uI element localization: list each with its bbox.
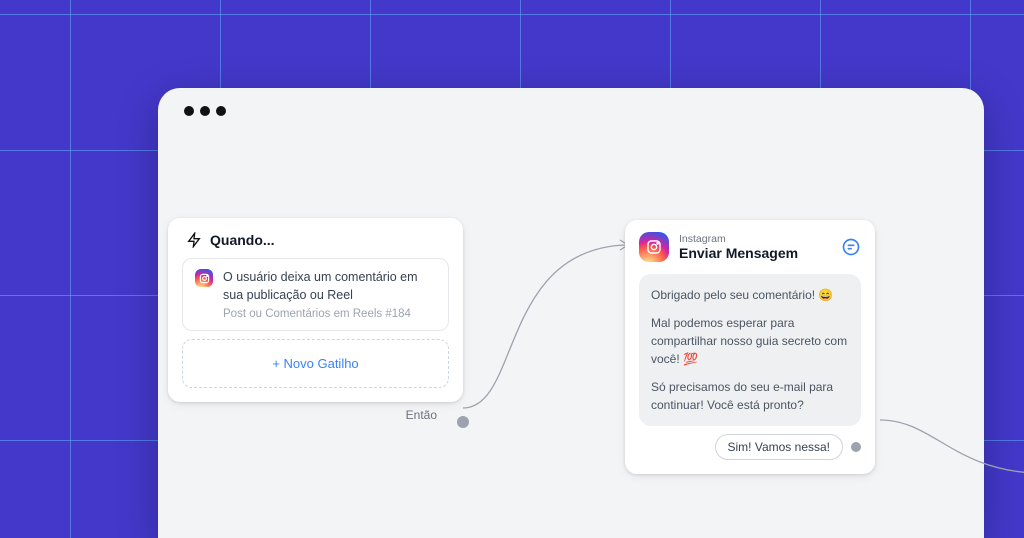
trigger-item[interactable]: O usuário deixa um comentário em sua pub…	[182, 258, 449, 331]
window-dot	[184, 106, 194, 116]
window-dot	[216, 106, 226, 116]
trigger-item-sub: Post ou Comentários em Reels #184	[223, 308, 436, 320]
output-knob[interactable]	[851, 442, 861, 452]
window-controls[interactable]	[184, 106, 226, 116]
trigger-header-label: Quando...	[210, 232, 275, 248]
new-trigger-button[interactable]: + Novo Gatilho	[182, 339, 449, 388]
new-trigger-label: + Novo Gatilho	[272, 356, 358, 371]
instagram-icon	[639, 232, 669, 262]
output-knob[interactable]	[457, 416, 469, 428]
then-label: Então	[406, 408, 437, 422]
quick-reply-label: Sim! Vamos nessa!	[715, 434, 843, 460]
message-card[interactable]: Instagram Enviar Mensagem Obrigado pelo …	[625, 220, 875, 474]
message-title: Enviar Mensagem	[679, 245, 831, 261]
message-source-label: Instagram	[679, 233, 831, 245]
message-line: Mal podemos esperar para compartilhar no…	[651, 314, 849, 368]
trigger-card[interactable]: Quando... O usuário deixa um comentário …	[168, 218, 463, 402]
message-line: Obrigado pelo seu comentário! 😄	[651, 286, 849, 304]
message-line: Só precisamos do seu e-mail para continu…	[651, 378, 849, 414]
chat-bubble-icon	[841, 237, 861, 257]
grid-line-v	[70, 0, 71, 538]
trigger-card-header: Quando...	[168, 218, 463, 258]
message-card-header: Instagram Enviar Mensagem	[625, 220, 875, 272]
message-body[interactable]: Obrigado pelo seu comentário! 😄 Mal pode…	[639, 274, 861, 426]
quick-reply[interactable]: Sim! Vamos nessa!	[639, 434, 861, 460]
grid-line-h	[0, 14, 1024, 15]
flow-connector-right	[872, 398, 1024, 488]
instagram-icon	[195, 269, 213, 287]
window-dot	[200, 106, 210, 116]
lightning-icon	[186, 232, 202, 248]
trigger-item-title: O usuário deixa um comentário em sua pub…	[223, 269, 436, 304]
